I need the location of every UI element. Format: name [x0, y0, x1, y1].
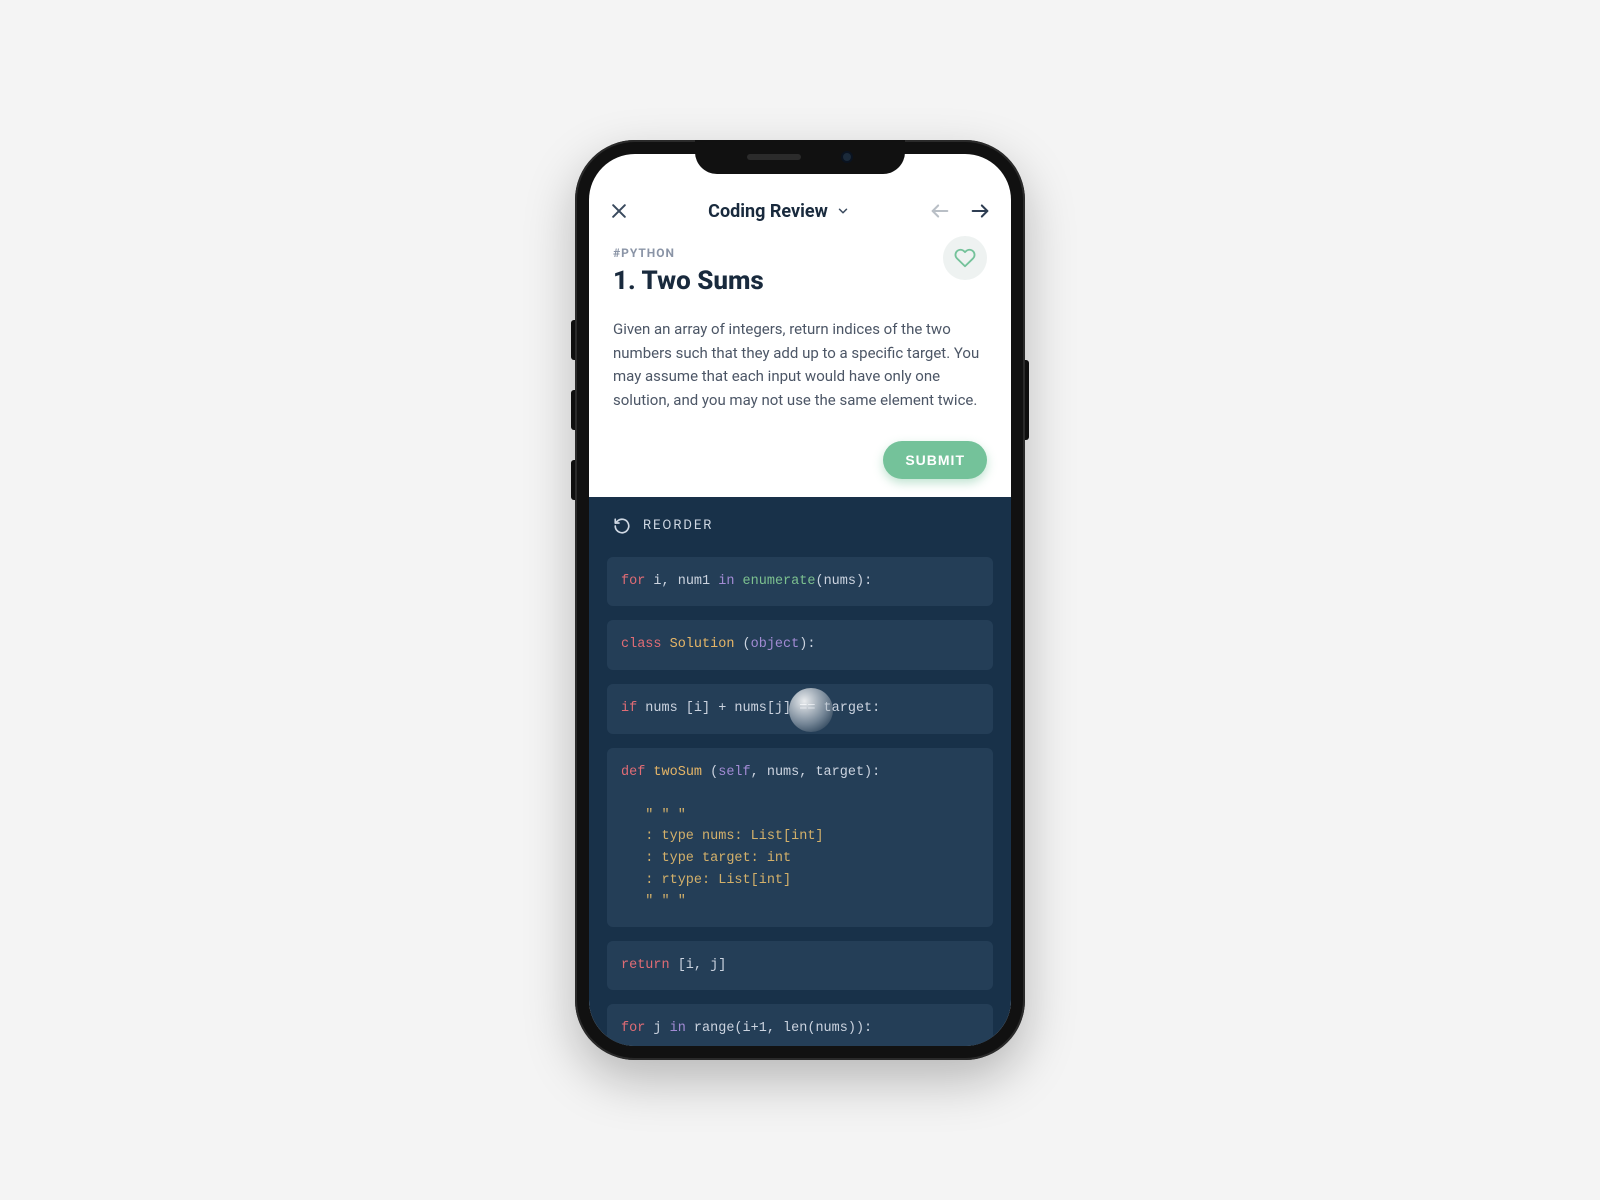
nav-arrows [929, 200, 991, 222]
code-token: ( [734, 637, 750, 652]
code-token: def [621, 765, 645, 780]
question-title: 1. Two Sums [613, 266, 987, 296]
code-token [734, 574, 742, 589]
code-block[interactable]: for j in range(i+1, len(nums)): [607, 1004, 993, 1046]
code-token: self [718, 765, 750, 780]
code-token: (nums): [815, 574, 872, 589]
close-icon[interactable] [609, 201, 629, 221]
code-token: for [621, 1021, 645, 1036]
code-token: j [645, 1021, 669, 1036]
code-token: class [621, 637, 670, 652]
code-token: twoSum [653, 765, 702, 780]
code-token: Solution [670, 637, 735, 652]
code-token: in [670, 1021, 686, 1036]
heart-icon [954, 247, 976, 269]
refresh-icon [613, 517, 631, 535]
device-notch [695, 140, 905, 174]
question-section: #PYTHON 1. Two Sums Given an array of in… [589, 232, 1011, 413]
code-block[interactable]: if nums [i] + nums[j] == target: [607, 684, 993, 734]
code-token: [i, j] [670, 958, 727, 973]
code-token: i, num1 [645, 574, 718, 589]
prev-arrow-icon[interactable] [929, 200, 951, 222]
code-token: range(i+1, len(nums)): [686, 1021, 872, 1036]
reorder-label: REORDER [643, 518, 713, 533]
code-panel: REORDER for i, num1 in enumerate(nums): c… [589, 497, 1011, 1046]
question-tag: #PYTHON [613, 246, 987, 260]
code-block[interactable]: for i, num1 in enumerate(nums): [607, 557, 993, 607]
code-token: , nums, target): [751, 765, 881, 780]
code-block[interactable]: def twoSum (self, nums, target): " " " :… [607, 748, 993, 927]
front-camera [841, 151, 853, 163]
code-token: for [621, 574, 645, 589]
screen-title-text: Coding Review [708, 201, 828, 222]
app-screen: Coding Review #PYTHON 1. Two Sums [589, 154, 1011, 1046]
question-description: Given an array of integers, return indic… [613, 318, 987, 413]
code-token: return [621, 958, 670, 973]
reorder-button[interactable]: REORDER [589, 497, 1011, 543]
code-token: in [718, 574, 734, 589]
code-token: nums [i] + nums[j] == target: [637, 701, 880, 716]
submit-button[interactable]: SUBMIT [883, 441, 987, 479]
code-block[interactable]: class Solution (object): [607, 620, 993, 670]
code-token: ): [799, 637, 815, 652]
code-token: " " " : type nums: List[int] : type targ… [621, 808, 824, 909]
phone-frame: Coding Review #PYTHON 1. Two Sums [575, 140, 1025, 1060]
code-token: if [621, 701, 637, 716]
next-arrow-icon[interactable] [969, 200, 991, 222]
code-block[interactable]: return [i, j] [607, 941, 993, 991]
code-token: ( [702, 765, 718, 780]
speaker-grille [747, 154, 801, 160]
code-block-list: for i, num1 in enumerate(nums): class Sol… [589, 543, 1011, 1046]
favorite-button[interactable] [943, 236, 987, 280]
code-token: enumerate [743, 574, 816, 589]
code-token: object [751, 637, 800, 652]
chevron-down-icon [836, 204, 850, 218]
submit-row: SUBMIT [589, 413, 1011, 497]
screen-title[interactable]: Coding Review [708, 201, 850, 222]
